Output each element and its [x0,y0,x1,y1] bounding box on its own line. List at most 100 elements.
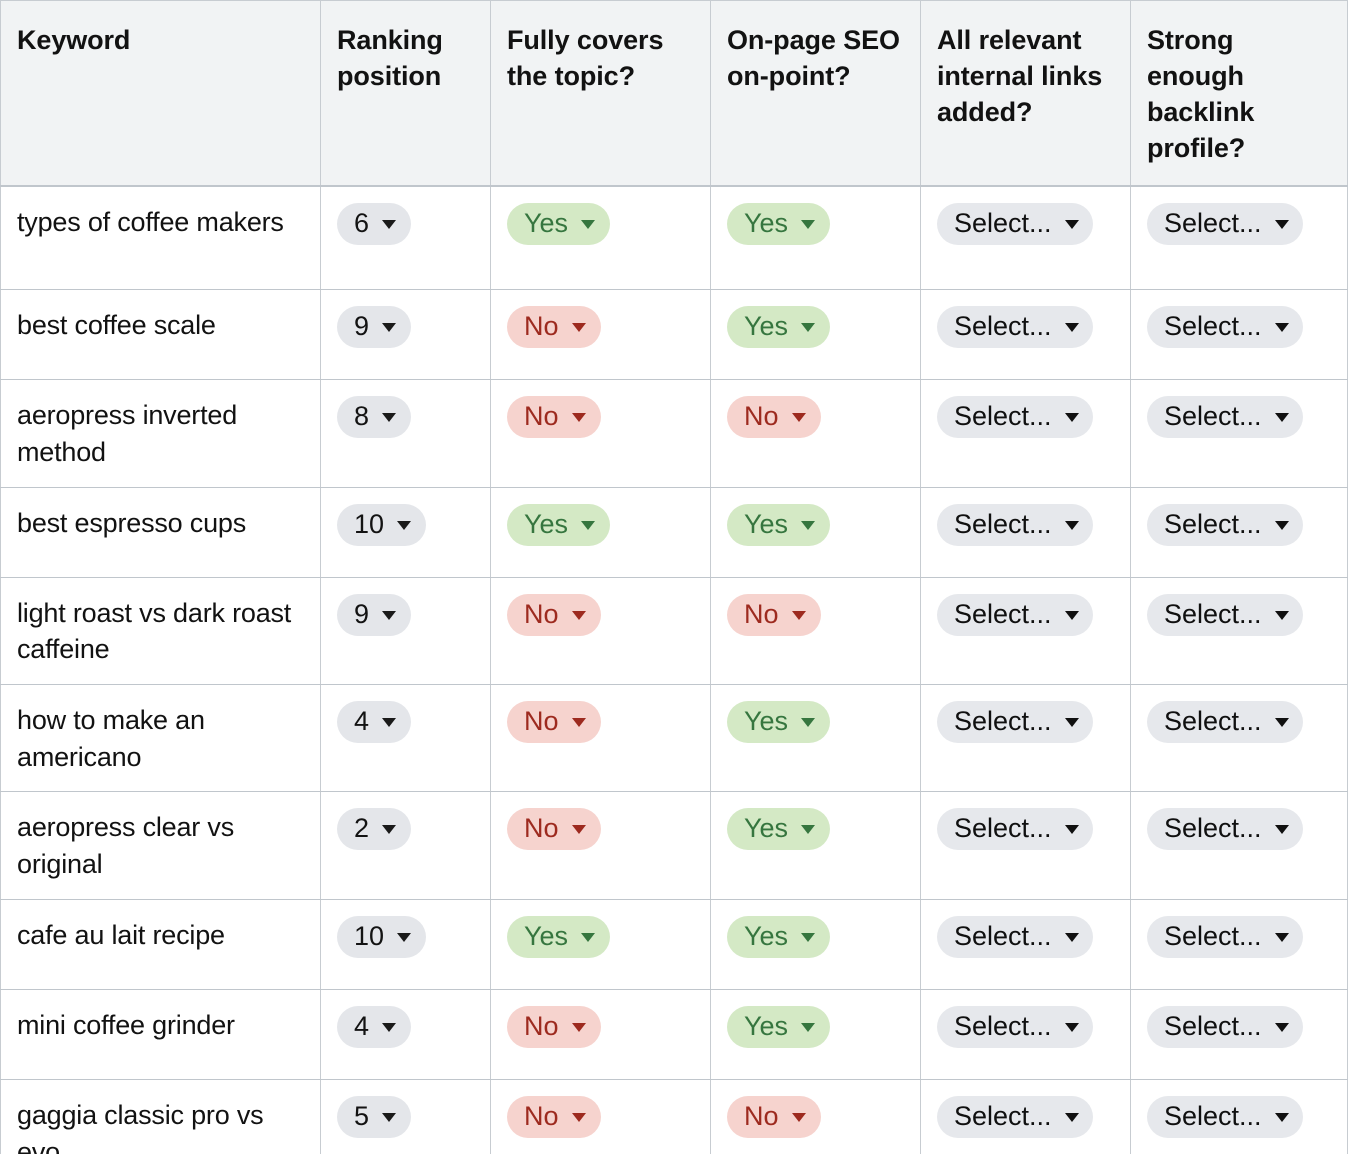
backlink-profile-dropdown-value: Select... [1164,598,1262,629]
chevron-down-icon [1064,1112,1079,1122]
internal-links-dropdown[interactable]: Select... [937,202,1093,245]
onpage-seo-dropdown-value: Yes [744,920,789,951]
onpage-seo-dropdown[interactable]: Yes [727,701,831,743]
cell-internal-links: Select... [920,989,1131,1080]
fully-covers-topic-dropdown[interactable]: No [507,1005,601,1048]
cell-onpage-seo: Yes [710,487,921,578]
column-header-keyword: Keyword [0,0,321,187]
ranking-position-dropdown[interactable]: 8 [337,396,412,439]
ranking-position-dropdown[interactable]: 5 [337,1095,412,1138]
internal-links-dropdown[interactable]: Select... [937,701,1093,743]
cell-keyword: types of coffee makers [0,185,321,291]
table-row: aeropress clear vs original 2 No Yes Select.… [0,791,1348,900]
fully-covers-topic-dropdown[interactable]: No [507,306,601,349]
backlink-profile-dropdown[interactable]: Select... [1147,396,1303,439]
chevron-down-icon [801,718,816,727]
table-row: how to make an americano 4 No Yes Select... S… [0,684,1348,793]
ranking-position-dropdown[interactable]: 10 [337,503,427,546]
chevron-down-icon [1064,413,1079,423]
fully-covers-topic-dropdown[interactable]: Yes [507,503,611,546]
chevron-down-icon [581,520,596,530]
cell-backlink-profile: Select... [1130,185,1348,291]
backlink-profile-dropdown-value: Select... [1164,706,1262,736]
column-header-internal-links: All relevant internal links added? [920,0,1131,187]
fully-covers-topic-dropdown-value: No [524,1010,559,1041]
fully-covers-topic-dropdown-value: No [524,401,559,432]
internal-links-dropdown[interactable]: Select... [937,306,1093,349]
backlink-profile-dropdown[interactable]: Select... [1147,1095,1303,1138]
internal-links-dropdown[interactable]: Select... [937,396,1093,439]
internal-links-dropdown-value: Select... [954,207,1052,238]
ranking-position-dropdown[interactable]: 4 [337,701,412,743]
cell-backlink-profile: Select... [1130,487,1348,578]
cell-backlink-profile: Select... [1130,1079,1348,1154]
cell-ranking-position: 8 [320,379,491,488]
internal-links-dropdown[interactable]: Select... [937,1005,1093,1048]
internal-links-dropdown-value: Select... [954,813,1052,844]
chevron-down-icon [791,1112,806,1122]
chevron-down-icon [1274,932,1289,942]
onpage-seo-dropdown[interactable]: No [727,593,821,636]
backlink-profile-dropdown[interactable]: Select... [1147,503,1303,546]
ranking-position-dropdown-value: 4 [354,1010,370,1041]
chevron-down-icon [1274,718,1289,727]
backlink-profile-dropdown[interactable]: Select... [1147,701,1303,743]
fully-covers-topic-dropdown[interactable]: No [507,396,601,439]
internal-links-dropdown[interactable]: Select... [937,593,1093,636]
chevron-down-icon [1064,932,1079,942]
cell-internal-links: Select... [920,684,1131,793]
ranking-position-dropdown[interactable]: 9 [337,593,412,636]
fully-covers-topic-dropdown[interactable]: No [507,593,601,636]
onpage-seo-dropdown[interactable]: No [727,396,821,439]
internal-links-dropdown[interactable]: Select... [937,1095,1093,1138]
ranking-position-dropdown-value: 4 [354,706,370,736]
onpage-seo-dropdown-value: No [744,1100,779,1131]
table-row: cafe au lait recipe 10 Yes Yes Select... Sele… [0,899,1348,990]
backlink-profile-dropdown[interactable]: Select... [1147,593,1303,636]
chevron-down-icon [382,610,397,620]
cell-onpage-seo: Yes [710,185,921,291]
backlink-profile-dropdown[interactable]: Select... [1147,808,1303,851]
internal-links-dropdown-value: Select... [954,920,1052,951]
cell-internal-links: Select... [920,1079,1131,1154]
cell-keyword: aeropress clear vs original [0,791,321,900]
fully-covers-topic-dropdown[interactable]: No [507,701,601,743]
onpage-seo-dropdown[interactable]: Yes [727,202,831,245]
internal-links-dropdown[interactable]: Select... [937,808,1093,851]
cell-fully-covers: No [490,989,711,1080]
table-row: best espresso cups 10 Yes Yes Select... Selec… [0,487,1348,578]
ranking-position-dropdown[interactable]: 6 [337,202,412,245]
ranking-position-dropdown-value: 10 [354,508,385,539]
cell-keyword: aeropress inverted method [0,379,321,488]
chevron-down-icon [581,219,596,229]
ranking-position-dropdown[interactable]: 2 [337,808,412,851]
backlink-profile-dropdown-value: Select... [1164,508,1262,539]
cell-onpage-seo: No [710,379,921,488]
cell-backlink-profile: Select... [1130,899,1348,990]
backlink-profile-dropdown[interactable]: Select... [1147,306,1303,349]
cell-fully-covers: No [490,289,711,381]
onpage-seo-dropdown[interactable]: Yes [727,808,831,851]
internal-links-dropdown[interactable]: Select... [937,915,1093,958]
onpage-seo-dropdown[interactable]: No [727,1095,821,1138]
backlink-profile-dropdown[interactable]: Select... [1147,202,1303,245]
ranking-position-dropdown[interactable]: 4 [337,1005,412,1048]
onpage-seo-dropdown[interactable]: Yes [727,1005,831,1048]
backlink-profile-dropdown[interactable]: Select... [1147,1005,1303,1048]
backlink-profile-dropdown[interactable]: Select... [1147,915,1303,958]
internal-links-dropdown[interactable]: Select... [937,503,1093,546]
cell-fully-covers: No [490,791,711,900]
fully-covers-topic-dropdown[interactable]: No [507,808,601,851]
chevron-down-icon [791,413,806,423]
onpage-seo-dropdown[interactable]: Yes [727,306,831,349]
chevron-down-icon [571,323,586,333]
onpage-seo-dropdown[interactable]: Yes [727,915,831,958]
ranking-position-dropdown[interactable]: 10 [337,915,427,958]
fully-covers-topic-dropdown[interactable]: Yes [507,915,611,958]
ranking-position-dropdown-value: 9 [354,598,370,629]
fully-covers-topic-dropdown[interactable]: Yes [507,202,611,245]
onpage-seo-dropdown[interactable]: Yes [727,503,831,546]
ranking-position-dropdown[interactable]: 9 [337,306,412,349]
fully-covers-topic-dropdown[interactable]: No [507,1095,601,1138]
chevron-down-icon [1274,1112,1289,1122]
